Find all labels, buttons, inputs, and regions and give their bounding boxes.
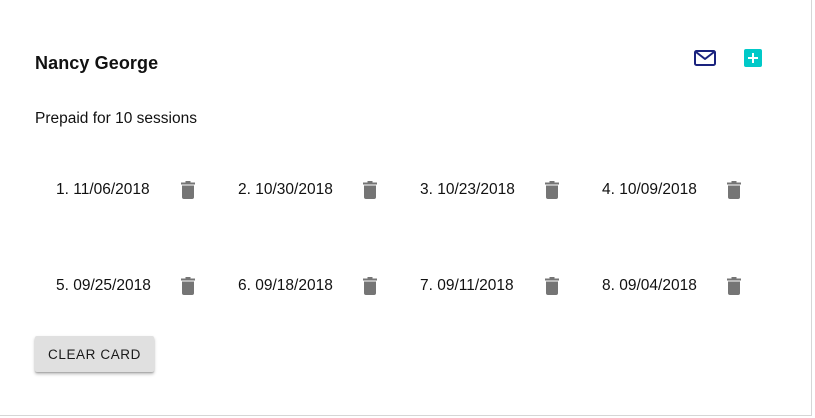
trash-icon xyxy=(727,277,741,295)
session-date: 2. 10/30/2018 xyxy=(238,181,333,198)
trash-icon xyxy=(545,277,559,295)
delete-session-button[interactable] xyxy=(540,274,564,298)
delete-session-button[interactable] xyxy=(358,178,382,202)
trash-icon xyxy=(363,277,377,295)
session-item: 1. 11/06/2018 xyxy=(56,178,200,202)
trash-icon xyxy=(181,181,195,199)
session-date: 4. 10/09/2018 xyxy=(602,181,697,198)
session-date: 7. 09/11/2018 xyxy=(420,277,514,294)
session-item: 3. 10/23/2018 xyxy=(420,178,564,202)
trash-icon xyxy=(727,181,741,199)
trash-icon xyxy=(545,181,559,199)
delete-session-button[interactable] xyxy=(176,178,200,202)
clear-card-button[interactable]: CLEAR CARD xyxy=(35,336,154,372)
delete-session-button[interactable] xyxy=(358,274,382,298)
session-date: 8. 09/04/2018 xyxy=(602,277,697,294)
session-item: 8. 09/04/2018 xyxy=(602,274,746,298)
session-list: 1. 11/06/2018 2. 10/30/2018 3. 10/23/201… xyxy=(0,0,812,330)
session-date: 5. 09/25/2018 xyxy=(56,277,151,294)
session-item: 5. 09/25/2018 xyxy=(56,274,200,298)
trash-icon xyxy=(181,277,195,295)
session-item: 6. 09/18/2018 xyxy=(238,274,382,298)
delete-session-button[interactable] xyxy=(176,274,200,298)
session-date: 1. 11/06/2018 xyxy=(56,181,150,198)
session-item: 7. 09/11/2018 xyxy=(420,274,564,298)
delete-session-button[interactable] xyxy=(722,274,746,298)
delete-session-button[interactable] xyxy=(722,178,746,202)
client-card: Nancy George Prepaid for 10 sessions 1. … xyxy=(0,0,812,416)
delete-session-button[interactable] xyxy=(540,178,564,202)
session-date: 3. 10/23/2018 xyxy=(420,181,515,198)
session-item: 2. 10/30/2018 xyxy=(238,178,382,202)
trash-icon xyxy=(363,181,377,199)
session-date: 6. 09/18/2018 xyxy=(238,277,333,294)
session-item: 4. 10/09/2018 xyxy=(602,178,746,202)
